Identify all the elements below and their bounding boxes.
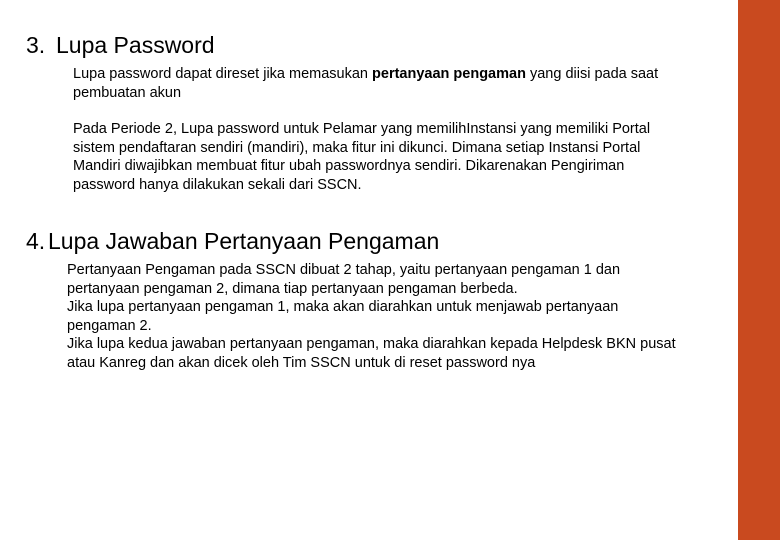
- paragraph-4-body: Pertanyaan Pengaman pada SSCN dibuat 2 t…: [67, 261, 678, 372]
- side-accent-bar: [738, 0, 780, 540]
- text-fragment: Lupa password dapat direset jika memasuk…: [73, 66, 372, 82]
- paragraph-3-1: Lupa password dapat direset jika memasuk…: [73, 65, 678, 102]
- heading-row: 4. Lupa Jawaban Pertanyaan Pengaman: [26, 228, 678, 255]
- paragraph-4-1: Pertanyaan Pengaman pada SSCN dibuat 2 t…: [67, 262, 620, 297]
- text-bold-pertanyaan-pengaman: pertanyaan pengaman: [372, 66, 526, 82]
- paragraph-3-2: Pada Periode 2, Lupa password untuk Pela…: [73, 120, 678, 194]
- heading-title-lupa-jawaban: Lupa Jawaban Pertanyaan Pengaman: [48, 228, 439, 255]
- list-number-3: 3.: [26, 32, 56, 59]
- heading-row: 3. Lupa Password: [26, 32, 678, 59]
- section-lupa-password: 3. Lupa Password Lupa password dapat dir…: [26, 32, 678, 194]
- paragraph-4-2: Jika lupa pertanyaan pengaman 1, maka ak…: [67, 299, 618, 334]
- page-content: 3. Lupa Password Lupa password dapat dir…: [0, 0, 738, 427]
- list-number-4: 4.: [26, 228, 48, 255]
- heading-title-lupa-password: Lupa Password: [56, 32, 215, 59]
- section-lupa-jawaban: 4. Lupa Jawaban Pertanyaan Pengaman Pert…: [26, 228, 678, 372]
- paragraph-4-3: Jika lupa kedua jawaban pertanyaan penga…: [67, 336, 676, 371]
